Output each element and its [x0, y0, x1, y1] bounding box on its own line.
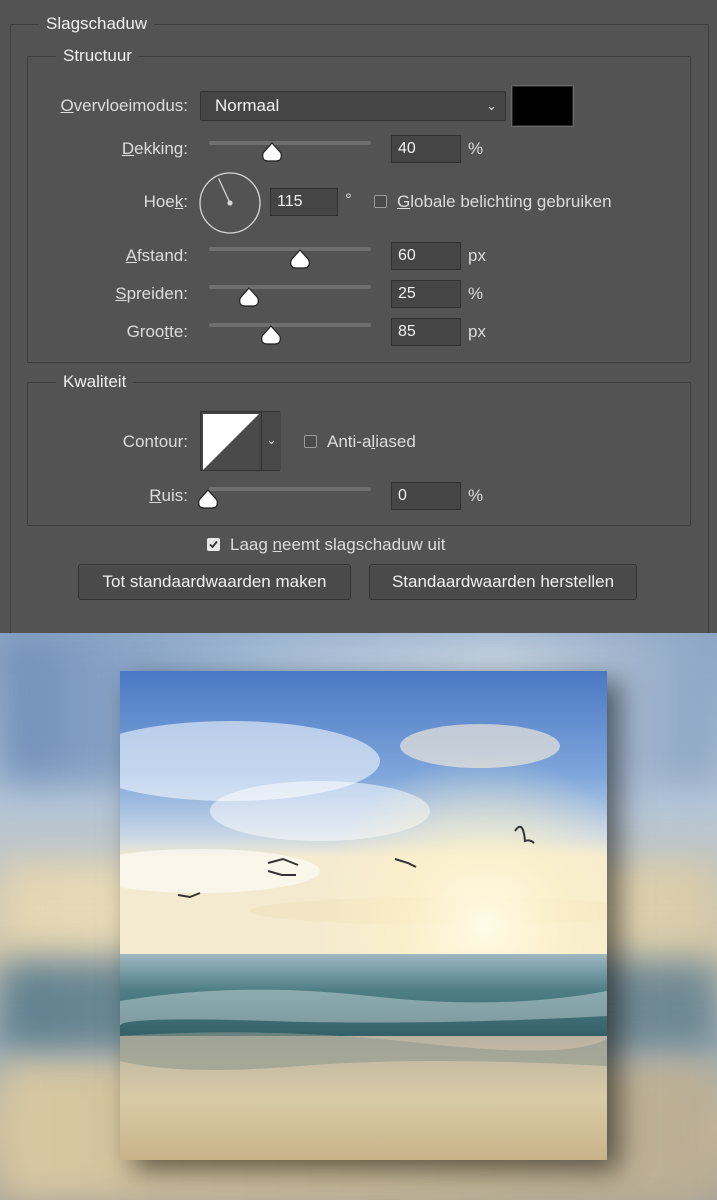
chevron-down-icon: ⌄ [486, 98, 497, 113]
distance-unit: px [468, 246, 486, 265]
quality-group: Kwaliteit [27, 371, 691, 526]
shadow-color-swatch[interactable] [512, 86, 573, 126]
contour-label: Contour: [122, 432, 188, 451]
reset-default-button[interactable]: Standaardwaarden herstellen [369, 564, 637, 600]
size-input[interactable]: 85 [391, 318, 461, 346]
knockout-label[interactable]: Laag neemt slagschaduw uit [230, 534, 446, 556]
noise-unit: % [468, 486, 484, 505]
distance-input[interactable]: 60 [391, 242, 461, 270]
size-label: Grootte: [126, 322, 188, 341]
opacity-label: Dekking: [121, 139, 188, 158]
checkmark-icon [209, 540, 218, 549]
anti-aliased-label[interactable]: Anti-aliased [327, 431, 416, 453]
preview-canvas [0, 633, 717, 1200]
make-default-button[interactable]: Tot standaardwaarden maken [78, 564, 351, 600]
size-unit: px [468, 322, 486, 341]
contour-preview-icon [203, 414, 259, 470]
spread-slider-thumb[interactable] [238, 286, 260, 308]
angle-label: Hoek: [143, 192, 188, 211]
knockout-checkbox[interactable] [207, 538, 220, 551]
angle-dial[interactable] [198, 171, 262, 235]
beach-photo-image [120, 671, 607, 1160]
global-light-label[interactable]: Globale belichting gebruiken [397, 191, 612, 213]
noise-slider-thumb[interactable] [197, 488, 219, 510]
blend-mode-label: Overvloeimodus: [60, 96, 188, 115]
size-slider-track[interactable] [209, 323, 371, 327]
opacity-slider-track[interactable] [209, 141, 371, 145]
size-slider-thumb[interactable] [260, 324, 282, 346]
noise-slider-track[interactable] [209, 487, 371, 491]
distance-label: Afstand: [125, 246, 188, 265]
opacity-input[interactable]: 40 [391, 135, 461, 163]
spread-slider-track[interactable] [209, 285, 371, 289]
drop-shadow-panel: Slagschaduw Structuur Overvloeimodus: No… [0, 0, 717, 666]
spread-unit: % [468, 284, 484, 303]
group-title: Slagschaduw [39, 13, 155, 35]
spread-label: Spreiden: [115, 284, 188, 303]
blend-mode-value: Normaal [215, 96, 280, 115]
chevron-down-icon: ⌄ [266, 432, 277, 447]
structure-legend: Structuur [56, 45, 139, 67]
beach-photo [120, 671, 607, 1160]
contour-dropdown-button[interactable]: ⌄ [261, 412, 281, 470]
angle-unit: ° [345, 190, 352, 209]
quality-legend: Kwaliteit [56, 371, 134, 393]
opacity-unit: % [468, 139, 484, 158]
spread-input[interactable]: 25 [391, 280, 461, 308]
opacity-slider-thumb[interactable] [261, 141, 283, 163]
blend-mode-select[interactable]: Normaal ⌄ [200, 91, 506, 121]
angle-input[interactable]: 115 [270, 188, 338, 216]
anti-aliased-checkbox[interactable] [304, 435, 317, 448]
global-light-checkbox[interactable] [374, 195, 387, 208]
angle-needle [218, 178, 231, 204]
distance-slider-thumb[interactable] [289, 248, 311, 270]
noise-input[interactable]: 0 [391, 482, 461, 510]
noise-label: Ruis: [149, 486, 188, 505]
contour-picker[interactable]: ⌄ [200, 411, 281, 471]
